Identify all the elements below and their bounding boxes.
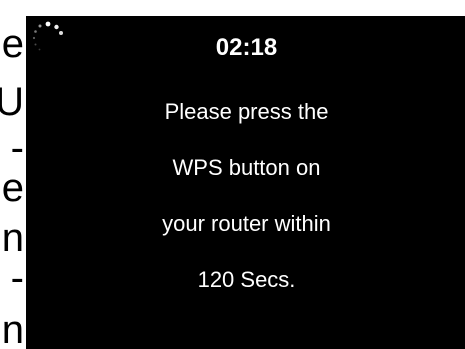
- cropped-glyph: n: [1, 216, 24, 260]
- message-line: WPS button on: [172, 155, 321, 180]
- cropped-glyph: e: [1, 166, 24, 210]
- device-display: 02:18 Please press the WPS button on you…: [26, 16, 465, 349]
- message-line: Please press the: [164, 99, 329, 124]
- cropped-glyph: -: [10, 126, 24, 170]
- message-line: your router within: [162, 211, 331, 236]
- cropped-glyph: -: [10, 256, 24, 300]
- cropped-glyph: e: [1, 22, 24, 66]
- cropped-glyph: U: [0, 80, 24, 124]
- left-edge-cropped-text: e U - e n - n: [0, 0, 26, 349]
- wps-instruction-message: Please press the WPS button on your rout…: [26, 84, 465, 308]
- message-line: 120 Secs.: [197, 267, 296, 292]
- cropped-glyph: n: [1, 308, 24, 349]
- countdown-timer: 02:18: [215, 34, 278, 61]
